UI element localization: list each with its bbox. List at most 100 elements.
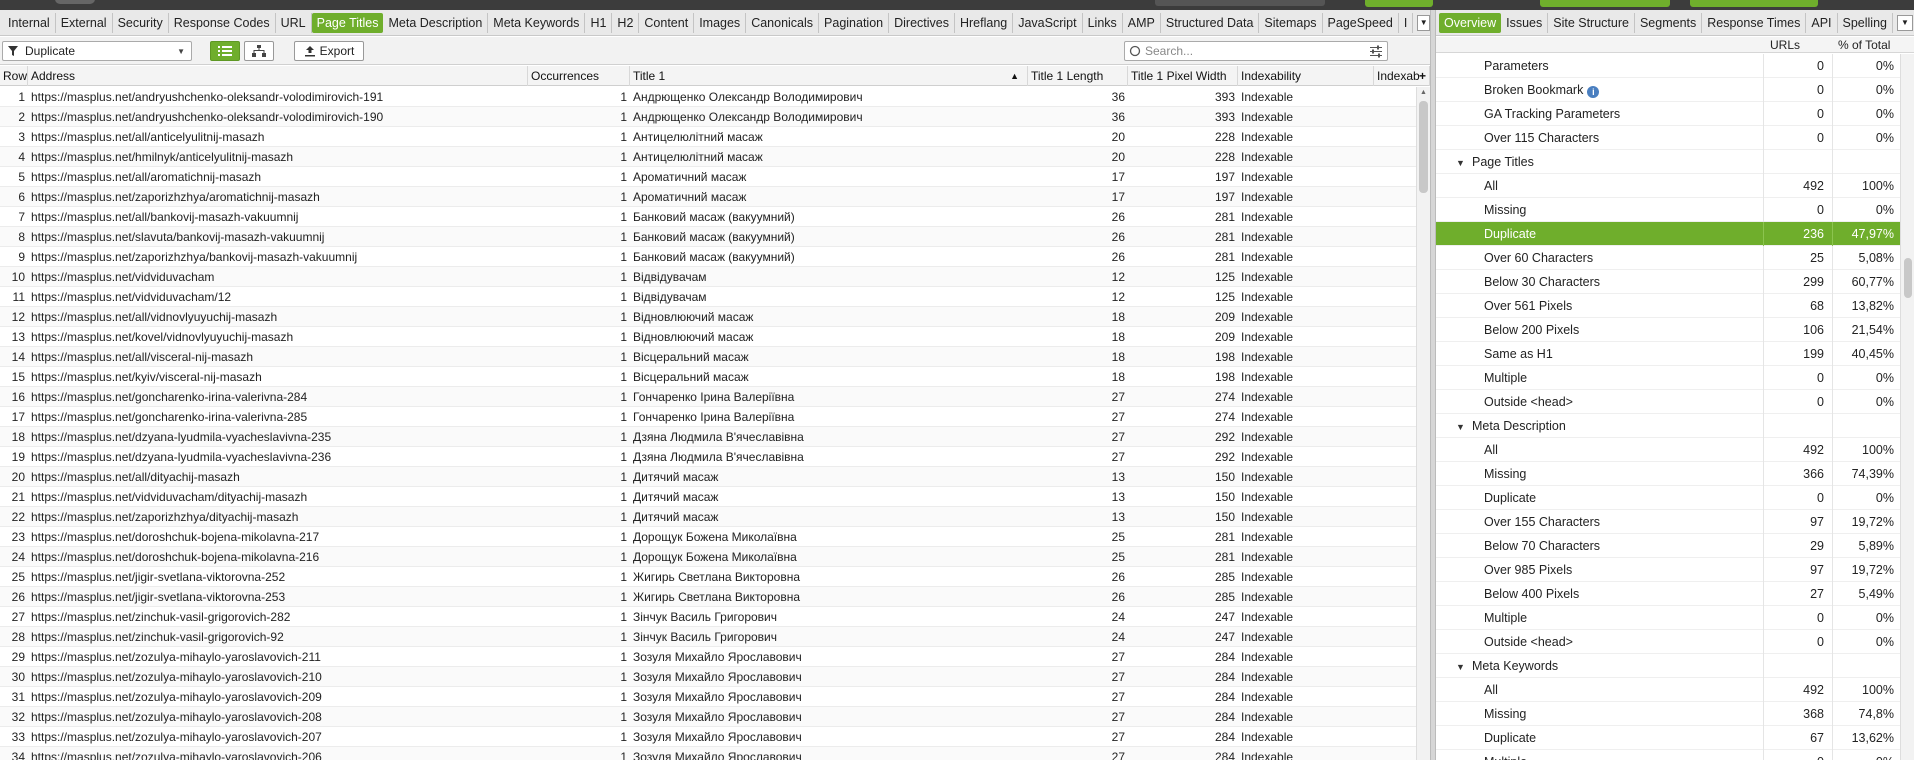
table-row[interactable]: 16 https://masplus.net/goncharenko-irina-… — [0, 387, 1416, 407]
overview-item[interactable]: Missing 368 74,8% — [1436, 702, 1900, 726]
tab-javascript[interactable]: JavaScript — [1013, 12, 1083, 33]
table-row[interactable]: 21 https://masplus.net/vidviduvacham/dity… — [0, 487, 1416, 507]
overview-section[interactable]: ▼ Meta Keywords — [1436, 654, 1900, 678]
overview-item[interactable]: Multiple00% — [1436, 606, 1900, 630]
tab-pagespeed[interactable]: PageSpeed — [1323, 12, 1399, 33]
tab-content[interactable]: Content — [639, 12, 695, 33]
overview-item[interactable]: Over 155 Characters 97 19,72% — [1436, 510, 1900, 534]
overview-scroll-thumb[interactable] — [1904, 258, 1912, 298]
overview-item[interactable]: Broken Bookmark i 0 0% — [1436, 78, 1900, 102]
start-button-edge[interactable] — [1365, 0, 1433, 7]
add-column-icon[interactable]: + — [1419, 66, 1426, 86]
table-row[interactable]: 11 https://masplus.net/vidviduvacham/12 1 В… — [0, 287, 1416, 307]
overview-item[interactable]: Missing 0 0% — [1436, 198, 1900, 222]
tab-meta-description[interactable]: Meta Description — [383, 12, 489, 33]
overview-section[interactable]: ▼ Meta Description — [1436, 414, 1900, 438]
scroll-up-icon[interactable]: ▲ — [1420, 89, 1427, 96]
table-row[interactable]: 27 https://masplus.net/zinchuk-vasil-grig… — [0, 607, 1416, 627]
tab-meta-keywords[interactable]: Meta Keywords — [488, 12, 586, 33]
more-tabs-icon[interactable]: ▼ — [1417, 14, 1430, 31]
overview-item[interactable]: Over 561 Pixels 68 13,82% — [1436, 294, 1900, 318]
table-row[interactable]: 31 https://masplus.net/zozulya-mihaylo-ya… — [0, 687, 1416, 707]
side-tab-overview[interactable]: Overview — [1439, 12, 1502, 33]
tab-page-titles[interactable]: Page Titles — [311, 12, 384, 33]
overview-item[interactable]: Multiple00% — [1436, 750, 1900, 760]
tab-directives[interactable]: Directives — [889, 12, 955, 33]
collapse-icon[interactable]: ▼ — [1456, 158, 1465, 168]
tab-links[interactable]: Links — [1083, 12, 1123, 33]
col-header-pixel-width[interactable]: Title 1 Pixel Width — [1128, 66, 1238, 86]
table-row[interactable]: 26 https://masplus.net/jigir-svetlana-vik… — [0, 587, 1416, 607]
table-row[interactable]: 3 https://masplus.net/all/anticelyulitnij… — [0, 127, 1416, 147]
overview-item[interactable]: Over 985 Pixels 97 19,72% — [1436, 558, 1900, 582]
table-row[interactable]: 20 https://masplus.net/all/dityachij-masa… — [0, 467, 1416, 487]
tab-security[interactable]: Security — [113, 12, 169, 33]
overview-item[interactable]: Duplicate 67 13,62% — [1436, 726, 1900, 750]
overview-item[interactable]: Duplicate 0 0% — [1436, 486, 1900, 510]
side-tab-spelling[interactable]: Spelling — [1838, 12, 1893, 33]
overview-item[interactable]: Parameters 0 0% — [1436, 54, 1900, 78]
table-row[interactable]: 33 https://masplus.net/zozulya-mihaylo-ya… — [0, 727, 1416, 747]
overview-item[interactable]: All 492 100% — [1436, 174, 1900, 198]
table-row[interactable]: 22 https://masplus.net/zaporizhzhya/ditya… — [0, 507, 1416, 527]
tab-response-codes[interactable]: Response Codes — [169, 12, 276, 33]
tab-h2[interactable]: H2 — [612, 12, 640, 33]
overview-item[interactable]: Below 30 Characters 299 60,77% — [1436, 270, 1900, 294]
overview-col-pct[interactable]: % of Total — [1838, 38, 1890, 52]
search-options-icon[interactable] — [1369, 44, 1383, 58]
table-row[interactable]: 9 https://masplus.net/zaporizhzhya/bankov… — [0, 247, 1416, 267]
search-input[interactable] — [1145, 44, 1355, 58]
side-tab-issues[interactable]: Issues — [1501, 12, 1549, 33]
overview-item[interactable]: Over 60 Characters 25 5,08% — [1436, 246, 1900, 270]
grid-scrollbar[interactable]: ▲ — [1416, 87, 1430, 760]
col-header-title-length[interactable]: Title 1 Length — [1028, 66, 1128, 86]
col-header-indexability-status[interactable]: Indexab + — [1374, 66, 1430, 86]
overview-scrollbar[interactable] — [1900, 54, 1914, 760]
overview-item[interactable]: Multiple00% — [1436, 366, 1900, 390]
table-row[interactable]: 23 https://masplus.net/doroshchuk-bojena-… — [0, 527, 1416, 547]
overview-item[interactable]: Below 200 Pixels 106 21,54% — [1436, 318, 1900, 342]
tab-canonicals[interactable]: Canonicals — [746, 12, 820, 33]
side-tab-site-structure[interactable]: Site Structure — [1548, 12, 1635, 33]
table-row[interactable]: 2 https://masplus.net/andryushchenko-olek… — [0, 107, 1416, 127]
tree-view-button[interactable] — [244, 41, 274, 61]
tab-amp[interactable]: AMP — [1123, 12, 1161, 33]
col-header-row[interactable]: Row — [0, 66, 28, 86]
table-row[interactable]: 8 https://masplus.net/slavuta/bankovij-ma… — [0, 227, 1416, 247]
list-view-button[interactable] — [210, 41, 240, 61]
overview-item[interactable]: All 492 100% — [1436, 438, 1900, 462]
tab-h1[interactable]: H1 — [585, 12, 613, 33]
table-row[interactable]: 12 https://masplus.net/all/vidnovlyuyuchi… — [0, 307, 1416, 327]
table-row[interactable]: 15 https://masplus.net/kyiv/visceral-nij-… — [0, 367, 1416, 387]
tab-hreflang[interactable]: Hreflang — [955, 12, 1014, 33]
overview-item[interactable]: Below 400 Pixels 27 5,49% — [1436, 582, 1900, 606]
tab-internal[interactable]: Internal — [3, 12, 56, 33]
table-row[interactable]: 7 https://masplus.net/all/bankovij-masazh… — [0, 207, 1416, 227]
table-row[interactable]: 4 https://masplus.net/hmilnyk/anticelyuli… — [0, 147, 1416, 167]
table-row[interactable]: 19 https://masplus.net/dzyana-lyudmila-vy… — [0, 447, 1416, 467]
table-row[interactable]: 17 https://masplus.net/goncharenko-irina-… — [0, 407, 1416, 427]
tab-images[interactable]: Images — [694, 12, 747, 33]
table-row[interactable]: 28 https://masplus.net/zinchuk-vasil-grig… — [0, 627, 1416, 647]
table-row[interactable]: 30 https://masplus.net/zozulya-mihaylo-ya… — [0, 667, 1416, 687]
table-row[interactable]: 6 https://masplus.net/zaporizhzhya/aromat… — [0, 187, 1416, 207]
table-row[interactable]: 29 https://masplus.net/zozulya-mihaylo-ya… — [0, 647, 1416, 667]
side-tab-api[interactable]: API — [1806, 12, 1838, 33]
tab-sitemaps[interactable]: Sitemaps — [1259, 12, 1323, 33]
header-button-edge[interactable] — [1540, 0, 1670, 7]
side-tab-response-times[interactable]: Response Times — [1702, 12, 1807, 33]
side-tab-segments[interactable]: Segments — [1635, 12, 1703, 33]
overview-item[interactable]: Over 115 Characters 0 0% — [1436, 126, 1900, 150]
overview-item[interactable]: Outside <head> 0 0% — [1436, 630, 1900, 654]
tab-structured-data[interactable]: Structured Data — [1161, 12, 1260, 33]
table-row[interactable]: 34 https://masplus.net/zozulya-mihaylo-ya… — [0, 747, 1416, 760]
info-icon[interactable]: i — [1587, 86, 1600, 98]
overview-col-urls[interactable]: URLs — [1770, 38, 1800, 52]
table-row[interactable]: 5 https://masplus.net/all/aromatichnij-ma… — [0, 167, 1416, 187]
col-header-indexability[interactable]: Indexability — [1238, 66, 1374, 86]
tab-external[interactable]: External — [56, 12, 113, 33]
overview-item[interactable]: Outside <head> 0 0% — [1436, 390, 1900, 414]
table-row[interactable]: 25 https://masplus.net/jigir-svetlana-vik… — [0, 567, 1416, 587]
table-row[interactable]: 32 https://masplus.net/zozulya-mihaylo-ya… — [0, 707, 1416, 727]
table-row[interactable]: 10 https://masplus.net/vidviduvacham 1 Відв… — [0, 267, 1416, 287]
